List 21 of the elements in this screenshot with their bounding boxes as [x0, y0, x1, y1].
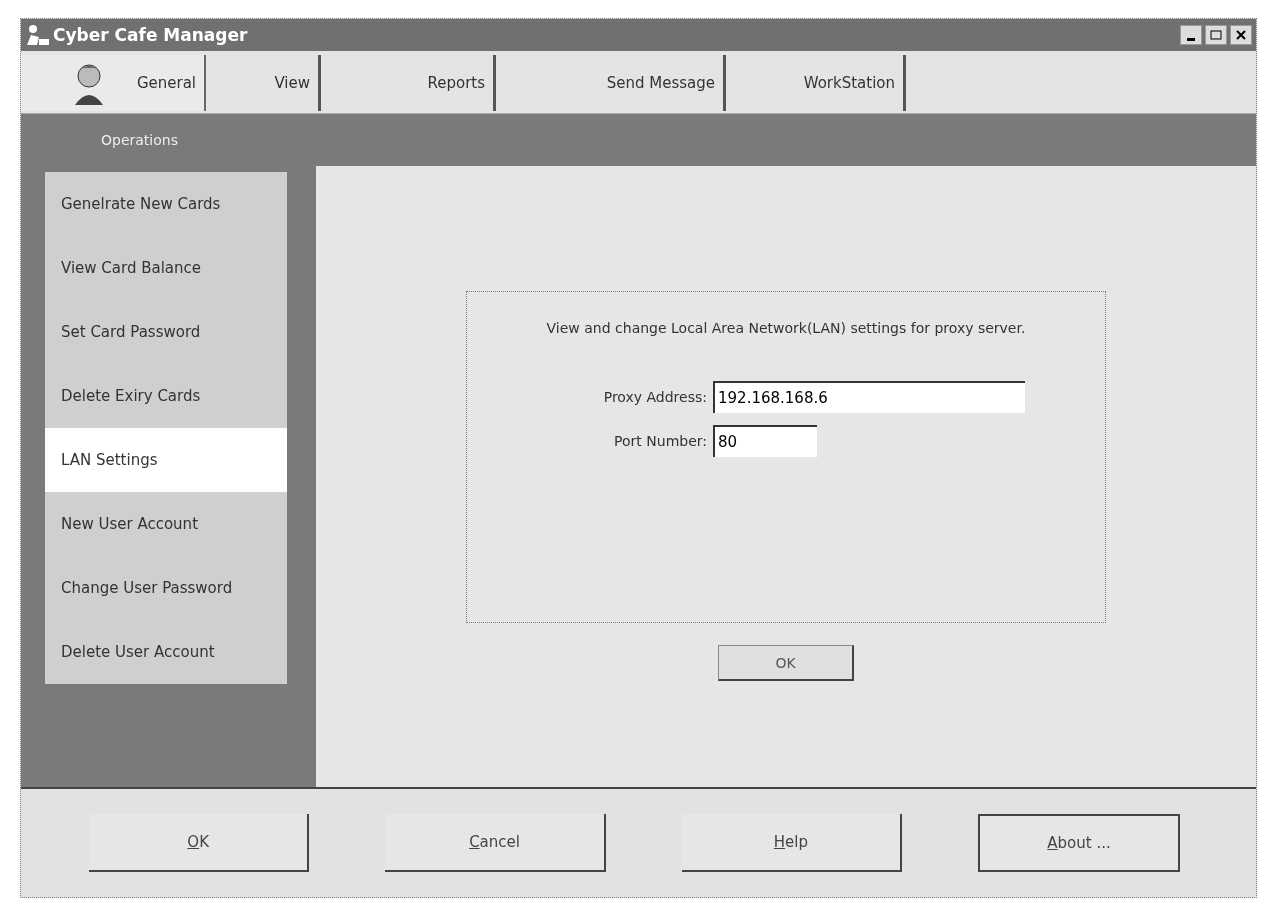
dialog-button[interactable]: Help: [681, 814, 903, 872]
tab[interactable]: General: [21, 55, 206, 111]
field-label: Proxy Address:: [602, 389, 708, 405]
dialog-button[interactable]: Cancel: [385, 814, 606, 872]
field-label: Port Number:: [613, 433, 708, 449]
window-title: Cyber Cafe Manager: [53, 25, 248, 45]
section-title: Operations: [101, 132, 178, 148]
app-icon: [25, 23, 51, 47]
dialog-button[interactable]: OK: [89, 814, 310, 872]
maximize-icon: [1210, 30, 1222, 40]
input-field[interactable]: 80: [713, 425, 817, 457]
maximize-button[interactable]: [1205, 25, 1227, 45]
minimize-icon: [1187, 37, 1195, 41]
description-text: View and change Local Area Network(LAN) settings for proxy server.: [545, 320, 1027, 336]
minimize-button[interactable]: [1180, 25, 1202, 45]
input-field[interactable]: 192.168.168.6: [713, 381, 1025, 413]
close-icon: [1236, 30, 1246, 40]
ok-button[interactable]: OK: [718, 645, 854, 681]
dialog-button[interactable]: About ...: [978, 814, 1180, 872]
close-button[interactable]: [1230, 25, 1252, 45]
sidebar-item[interactable]: LAN Settings: [45, 428, 287, 492]
